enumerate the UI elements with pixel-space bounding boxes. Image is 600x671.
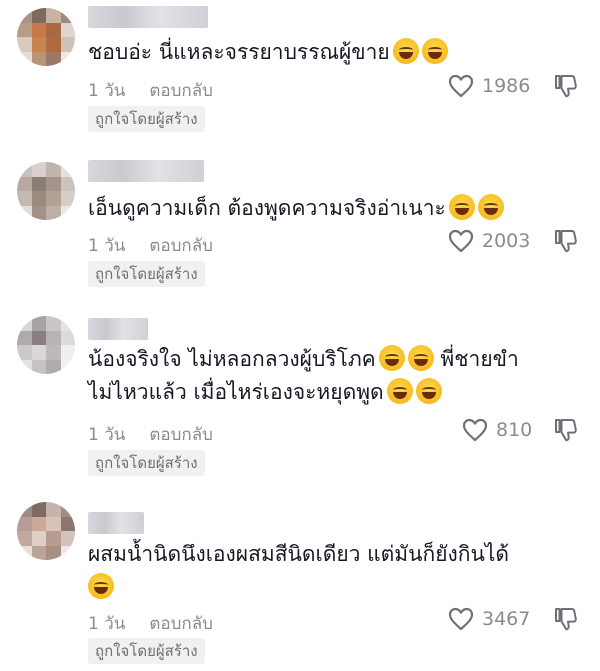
laughing-emoji-icon <box>477 194 504 220</box>
laughing-emoji-icon <box>421 38 448 64</box>
avatar[interactable] <box>17 162 75 220</box>
like-button[interactable]: 810 <box>462 418 532 442</box>
comment-time: 1 วัน <box>88 236 126 256</box>
comment-meta: 1 วัน ตอบกลับ <box>88 232 213 259</box>
like-count: 3467 <box>482 608 531 630</box>
comment-time: 1 วัน <box>88 614 126 634</box>
laughing-emoji-icon <box>378 345 405 371</box>
comment-text: ผสมน้ำนิดนึงเองผสมสีนิดเดียว แต่มันก็ยัง… <box>88 538 568 604</box>
avatar[interactable] <box>17 8 75 66</box>
liked-by-creator-badge: ถูกใจโดยผู้สร้าง <box>88 450 205 476</box>
like-count: 810 <box>496 419 533 441</box>
reply-button[interactable]: ตอบกลับ <box>149 81 213 101</box>
dislike-icon[interactable] <box>552 73 578 99</box>
comment-text: น้องจริงใจ ไม่หลอกลวงผู้บริโภค พี่ชายขำ … <box>88 345 519 404</box>
comment-meta: 1 วัน ตอบกลับ <box>88 610 213 637</box>
username-blurred[interactable] <box>88 318 148 340</box>
reply-button[interactable]: ตอบกลับ <box>149 236 213 256</box>
laughing-emoji-icon <box>407 345 434 371</box>
laughing-emoji-icon <box>88 573 114 599</box>
comment-meta: 1 วัน ตอบกลับ <box>88 421 213 448</box>
heart-icon <box>462 418 488 442</box>
username-blurred[interactable] <box>88 512 144 534</box>
comment-time: 1 วัน <box>88 81 126 101</box>
laughing-emoji-icon <box>392 38 419 64</box>
liked-by-creator-badge: ถูกใจโดยผู้สร้าง <box>88 106 205 132</box>
comment-time: 1 วัน <box>88 425 126 445</box>
comment-meta: 1 วัน ตอบกลับ <box>88 77 213 104</box>
reply-button[interactable]: ตอบกลับ <box>149 425 213 445</box>
username-blurred[interactable] <box>88 6 208 28</box>
username-blurred[interactable] <box>88 160 204 182</box>
laughing-emoji-icon <box>415 378 442 404</box>
laughing-emoji-icon <box>448 194 475 220</box>
liked-by-creator-badge: ถูกใจโดยผู้สร้าง <box>88 638 205 664</box>
laughing-emoji-icon <box>386 378 413 404</box>
reply-button[interactable]: ตอบกลับ <box>149 614 213 634</box>
like-button[interactable]: 2003 <box>448 229 530 253</box>
avatar[interactable] <box>17 316 75 374</box>
like-count: 1986 <box>482 75 531 97</box>
like-button[interactable]: 1986 <box>448 74 530 98</box>
heart-icon <box>448 607 474 631</box>
dislike-icon[interactable] <box>552 606 578 632</box>
liked-by-creator-badge: ถูกใจโดยผู้สร้าง <box>88 261 205 287</box>
dislike-icon[interactable] <box>552 417 578 443</box>
avatar[interactable] <box>17 502 75 560</box>
like-button[interactable]: 3467 <box>448 607 530 631</box>
heart-icon <box>448 74 474 98</box>
comment-text: เอ็นดูความเด็ก ต้องพูดความจริงอ่าเนาะ <box>88 192 568 225</box>
heart-icon <box>448 229 474 253</box>
comment-text: ชอบอ่ะ นี่แหละจรรยาบรรณผู้ขาย <box>88 36 568 69</box>
dislike-icon[interactable] <box>552 228 578 254</box>
like-count: 2003 <box>482 230 531 252</box>
